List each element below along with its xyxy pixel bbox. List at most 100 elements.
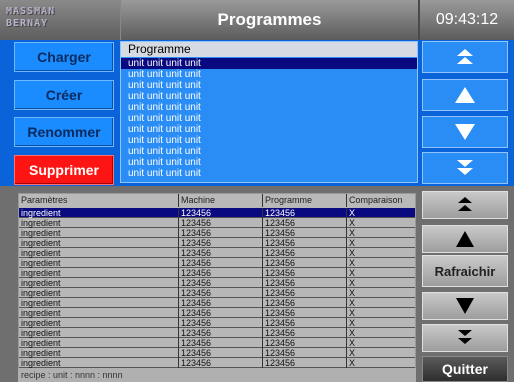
brand-logo: MASSMAN BERNAY [6,6,66,32]
column-header-comparison[interactable]: Comparaison [347,194,415,207]
cell-comparison: X [349,348,356,358]
cell-parameter: ingredient [19,308,179,318]
cell-parameter: ingredient [19,238,179,248]
quit-button[interactable]: Quitter [422,356,508,382]
cell-parameter: ingredient [19,228,179,238]
scroll-top-button[interactable] [422,41,508,73]
delete-button[interactable]: Supprimer [14,155,114,185]
clock: 09:43:12 [418,0,514,40]
cell-parameter: ingredient [19,348,179,358]
table-row[interactable]: ingredient 123456 123456 X [19,328,415,338]
cell-comparison: X [349,208,356,218]
program-list-item[interactable]: unit unit unit unit [121,113,417,124]
table-row[interactable]: ingredient 123456 123456 X [19,208,415,218]
cell-comparison: X [349,338,356,348]
cell-parameter: ingredient [19,298,179,308]
table-row[interactable]: ingredient 123456 123456 X [19,358,415,368]
table-row[interactable]: ingredient 123456 123456 X [19,288,415,298]
cell-program: 123456 [263,358,347,368]
cell-machine: 123456 [179,318,263,328]
cell-program: 123456 [263,328,347,338]
table-scroll-top-button[interactable] [422,191,508,219]
program-list-item[interactable]: unit unit unit unit [121,80,417,91]
table-scroll-up-button[interactable] [422,225,508,253]
program-list-item[interactable]: unit unit unit unit [121,58,417,69]
scroll-bottom-button[interactable] [422,152,508,184]
status-bar: recipe : unit : nnnn : nnnn [18,368,416,382]
table-scroll-down-button[interactable] [422,292,508,320]
parameter-table[interactable]: Paramètres Machine Programme Comparaison… [18,193,416,371]
table-row[interactable]: ingredient 123456 123456 X [19,218,415,228]
cell-machine: 123456 [179,228,263,238]
table-row[interactable]: ingredient 123456 123456 X [19,318,415,328]
table-row[interactable]: ingredient 123456 123456 X [19,238,415,248]
cell-program: 123456 [263,228,347,238]
program-list-item[interactable]: unit unit unit unit [121,157,417,168]
program-list[interactable]: Programme unit unit unit unit unit unit u… [120,41,418,183]
refresh-button[interactable]: Rafraichir [422,255,508,287]
column-header-machine[interactable]: Machine [179,194,263,207]
table-row[interactable]: ingredient 123456 123456 X [19,298,415,308]
cell-program: 123456 [263,238,347,248]
cell-comparison: X [349,288,356,298]
create-button[interactable]: Créer [14,80,114,110]
cell-parameter: ingredient [19,248,179,258]
cell-comparison: X [349,248,356,258]
program-list-item[interactable]: unit unit unit unit [121,91,417,102]
table-row[interactable]: ingredient 123456 123456 X [19,308,415,318]
cell-program: 123456 [263,218,347,228]
cell-machine: 123456 [179,308,263,318]
arrow-up-icon [455,87,475,103]
table-row[interactable]: ingredient 123456 123456 X [19,348,415,358]
cell-comparison: X [349,358,356,368]
cell-comparison: X [349,298,356,308]
cell-comparison: X [349,218,356,228]
cell-parameter: ingredient [19,338,179,348]
table-row[interactable]: ingredient 123456 123456 X [19,338,415,348]
cell-program: 123456 [263,288,347,298]
cell-machine: 123456 [179,348,263,358]
scroll-up-button[interactable] [422,79,508,111]
double-chevron-up-icon [458,197,472,211]
cell-parameter: ingredient [19,328,179,338]
page-title: Programmes [120,0,418,40]
program-list-header: Programme [121,42,417,57]
cell-comparison: X [349,268,356,278]
logo-line-2: BERNAY [6,18,49,29]
cell-comparison: X [349,308,356,318]
cell-parameter: ingredient [19,268,179,278]
column-header-program[interactable]: Programme [263,194,347,207]
program-list-item[interactable]: unit unit unit unit [121,69,417,80]
program-list-item[interactable]: unit unit unit unit [121,135,417,146]
cell-program: 123456 [263,338,347,348]
arrow-down-icon [455,124,475,140]
cell-program: 123456 [263,308,347,318]
table-row[interactable]: ingredient 123456 123456 X [19,268,415,278]
column-header-parameters[interactable]: Paramètres [19,194,179,207]
table-row[interactable]: ingredient 123456 123456 X [19,258,415,268]
cell-program: 123456 [263,298,347,308]
program-list-item[interactable]: unit unit unit unit [121,146,417,157]
program-list-item[interactable]: unit unit unit unit [121,102,417,113]
load-button[interactable]: Charger [14,42,114,72]
cell-machine: 123456 [179,288,263,298]
rename-button[interactable]: Renommer [14,117,114,147]
program-list-item[interactable]: unit unit unit unit [121,124,417,135]
cell-parameter: ingredient [19,258,179,268]
scroll-down-button[interactable] [422,116,508,148]
table-row[interactable]: ingredient 123456 123456 X [19,278,415,288]
table-scroll-bottom-button[interactable] [422,324,508,352]
cell-machine: 123456 [179,268,263,278]
program-list-item[interactable]: unit unit unit unit [121,168,417,179]
cell-program: 123456 [263,248,347,258]
cell-comparison: X [349,228,356,238]
table-row[interactable]: ingredient 123456 123456 X [19,248,415,258]
arrow-up-icon [456,231,474,247]
table-row[interactable]: ingredient 123456 123456 X [19,228,415,238]
cell-program: 123456 [263,268,347,278]
arrow-down-icon [456,298,474,314]
cell-parameter: ingredient [19,358,179,368]
cell-parameter: ingredient [19,318,179,328]
cell-parameter: ingredient [19,278,179,288]
cell-program: 123456 [263,258,347,268]
